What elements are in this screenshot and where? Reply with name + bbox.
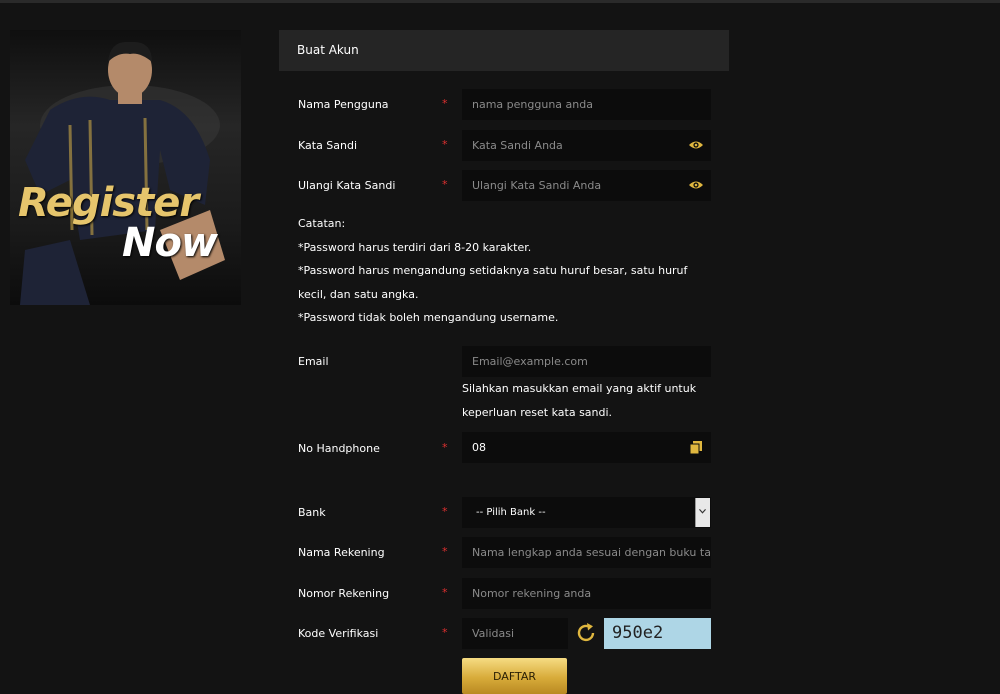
verification-label: Kode Verifikasi: [298, 627, 379, 640]
email-field: [462, 346, 711, 377]
required-mark: *: [442, 505, 448, 518]
account-name-field: [462, 537, 711, 568]
now-word: Now: [122, 220, 218, 266]
password-input[interactable]: [462, 130, 711, 161]
refresh-icon[interactable]: [577, 622, 597, 644]
email-label: Email: [298, 355, 329, 368]
confirm-password-input[interactable]: [462, 170, 711, 201]
username-field: [462, 89, 711, 120]
captcha-image: 950e2: [604, 618, 711, 649]
note-line: *Password tidak boleh mengandung usernam…: [298, 311, 559, 324]
top-bar: [0, 0, 1000, 3]
form-header: Buat Akun: [279, 30, 729, 71]
account-number-label: Nomor Rekening: [298, 587, 390, 600]
required-mark: *: [442, 441, 448, 454]
password-notes: Catatan: *Password harus terdiri dari 8-…: [298, 212, 718, 330]
account-name-input[interactable]: [462, 537, 711, 568]
note-line: *Password harus mengandung setidaknya sa…: [298, 264, 688, 301]
required-mark: *: [442, 626, 448, 639]
eye-icon[interactable]: [689, 179, 703, 191]
register-button[interactable]: DAFTAR: [462, 658, 567, 694]
confirm-password-field: [462, 170, 711, 201]
password-label: Kata Sandi: [298, 139, 358, 152]
phone-field: [462, 432, 711, 463]
bank-select[interactable]: -- Pilih Bank --: [462, 497, 711, 528]
copy-icon[interactable]: [690, 441, 702, 454]
verification-input[interactable]: [462, 618, 568, 649]
register-now-banner: Register Now: [10, 30, 241, 305]
verification-field: [462, 618, 568, 649]
bank-selected-value: -- Pilih Bank --: [476, 507, 546, 518]
email-help-text: Silahkan masukkan email yang aktif untuk…: [462, 382, 697, 419]
captcha-code: 950e2: [612, 623, 664, 643]
password-field: [462, 130, 711, 161]
dropdown-button[interactable]: [695, 498, 710, 527]
confirm-password-label: Ulangi Kata Sandi: [298, 179, 396, 192]
username-input[interactable]: [462, 89, 711, 120]
account-number-input[interactable]: [462, 578, 711, 609]
account-name-label: Nama Rekening: [298, 546, 385, 559]
phone-input[interactable]: [462, 432, 711, 463]
note-line: *Password harus terdiri dari 8-20 karakt…: [298, 240, 532, 254]
phone-label: No Handphone: [298, 442, 380, 455]
account-number-field: [462, 578, 711, 609]
username-label: Nama Pengguna: [298, 98, 389, 111]
bank-label: Bank: [298, 506, 326, 519]
required-mark: *: [442, 97, 448, 110]
required-mark: *: [442, 545, 448, 558]
required-mark: *: [442, 178, 448, 191]
required-mark: *: [442, 138, 448, 151]
email-input[interactable]: [462, 346, 711, 377]
chevron-down-icon: [699, 508, 706, 514]
eye-icon[interactable]: [689, 139, 703, 151]
required-mark: *: [442, 586, 448, 599]
note-line: Catatan:: [298, 217, 346, 230]
form-title: Buat Akun: [297, 43, 359, 57]
